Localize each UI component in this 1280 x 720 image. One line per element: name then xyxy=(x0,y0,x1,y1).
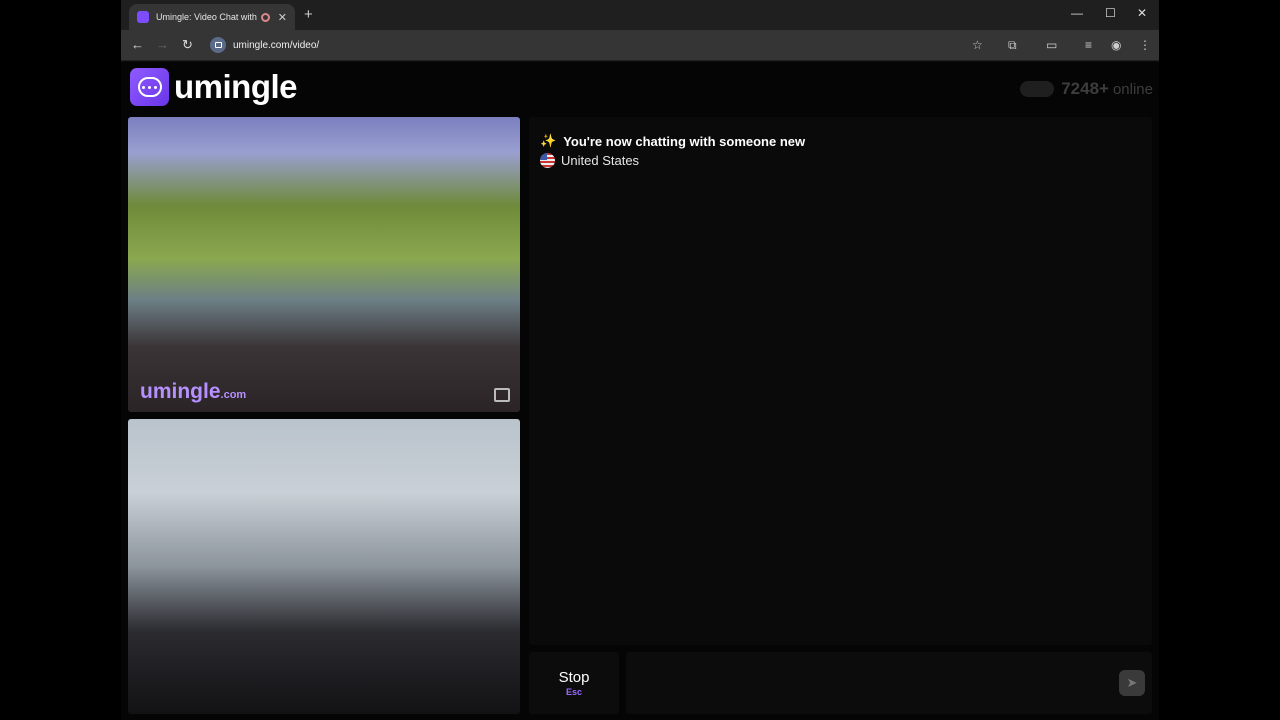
stop-shortcut: Esc xyxy=(565,687,582,697)
self-video xyxy=(128,419,520,714)
address-bar[interactable]: umingle.com/video/ xyxy=(206,33,996,57)
online-count: 7248+ xyxy=(1061,79,1109,98)
reload-icon[interactable]: ↻ xyxy=(182,37,193,53)
menu-icon[interactable]: ⋮ xyxy=(1139,38,1151,52)
browser-toolbar: ← → ↻ umingle.com/video/ ☆ ⧉ ▭ ≡ ◉ ⋮ xyxy=(121,30,1159,61)
online-toggle-icon xyxy=(1020,81,1055,97)
send-icon[interactable]: ➤ xyxy=(1119,670,1145,696)
message-input[interactable]: ➤ xyxy=(626,652,1152,714)
minimize-icon[interactable]: — xyxy=(1071,6,1083,20)
cast-icon[interactable]: ▭ xyxy=(1046,38,1057,52)
sparkles-icon: ✨ xyxy=(540,133,557,148)
online-indicator: 7248+ online xyxy=(1020,79,1153,99)
browser-tab[interactable]: Umingle: Video Chat with S ✕ xyxy=(129,4,295,30)
chat-bubble-icon xyxy=(130,68,169,106)
profile-icon[interactable]: ◉ xyxy=(1111,38,1121,52)
chat-status-line: ✨ You're now chatting with someone new xyxy=(540,133,805,149)
online-label: online xyxy=(1112,80,1153,98)
media-control-icon[interactable]: ≡ xyxy=(1085,38,1092,52)
back-icon[interactable]: ← xyxy=(131,37,144,52)
tab-title: Umingle: Video Chat with S xyxy=(156,12,257,22)
extensions-icon[interactable]: ⧉ xyxy=(1008,38,1017,53)
maximize-icon[interactable]: ☐ xyxy=(1105,6,1116,20)
forward-icon[interactable]: → xyxy=(156,37,169,52)
umingle-favicon-icon xyxy=(137,11,149,23)
chat-status-text: You're now chatting with someone new xyxy=(563,133,806,149)
url-text: umingle.com/video/ xyxy=(233,39,320,51)
stop-button[interactable]: Stop Esc xyxy=(529,652,619,714)
logo-text: umingle xyxy=(174,68,298,105)
report-flag-icon[interactable] xyxy=(494,388,510,402)
site-info-icon[interactable] xyxy=(210,37,226,53)
umingle-logo[interactable]: umingle xyxy=(130,68,298,106)
stop-label: Stop xyxy=(558,669,590,686)
bookmark-star-icon[interactable]: ☆ xyxy=(972,38,983,52)
browser-window: Umingle: Video Chat with S ✕ + — ☐ ✕ ← →… xyxy=(121,0,1159,720)
recording-icon xyxy=(260,12,270,22)
tab-strip: Umingle: Video Chat with S ✕ + — ☐ ✕ xyxy=(121,0,1159,30)
chat-country-text: United States xyxy=(561,153,640,168)
stranger-video: umingle.com xyxy=(128,117,520,412)
new-tab-button[interactable]: + xyxy=(304,6,313,23)
chat-panel: ✨ You're now chatting with someone new U… xyxy=(529,117,1152,645)
umingle-page: umingle 7248+ online umingle.com ✨ You'r… xyxy=(121,62,1159,720)
close-tab-icon[interactable]: ✕ xyxy=(278,11,287,24)
chat-country-line: United States xyxy=(540,153,639,168)
us-flag-icon xyxy=(540,153,555,168)
window-close-icon[interactable]: ✕ xyxy=(1137,6,1147,20)
video-watermark: umingle.com xyxy=(140,380,247,403)
